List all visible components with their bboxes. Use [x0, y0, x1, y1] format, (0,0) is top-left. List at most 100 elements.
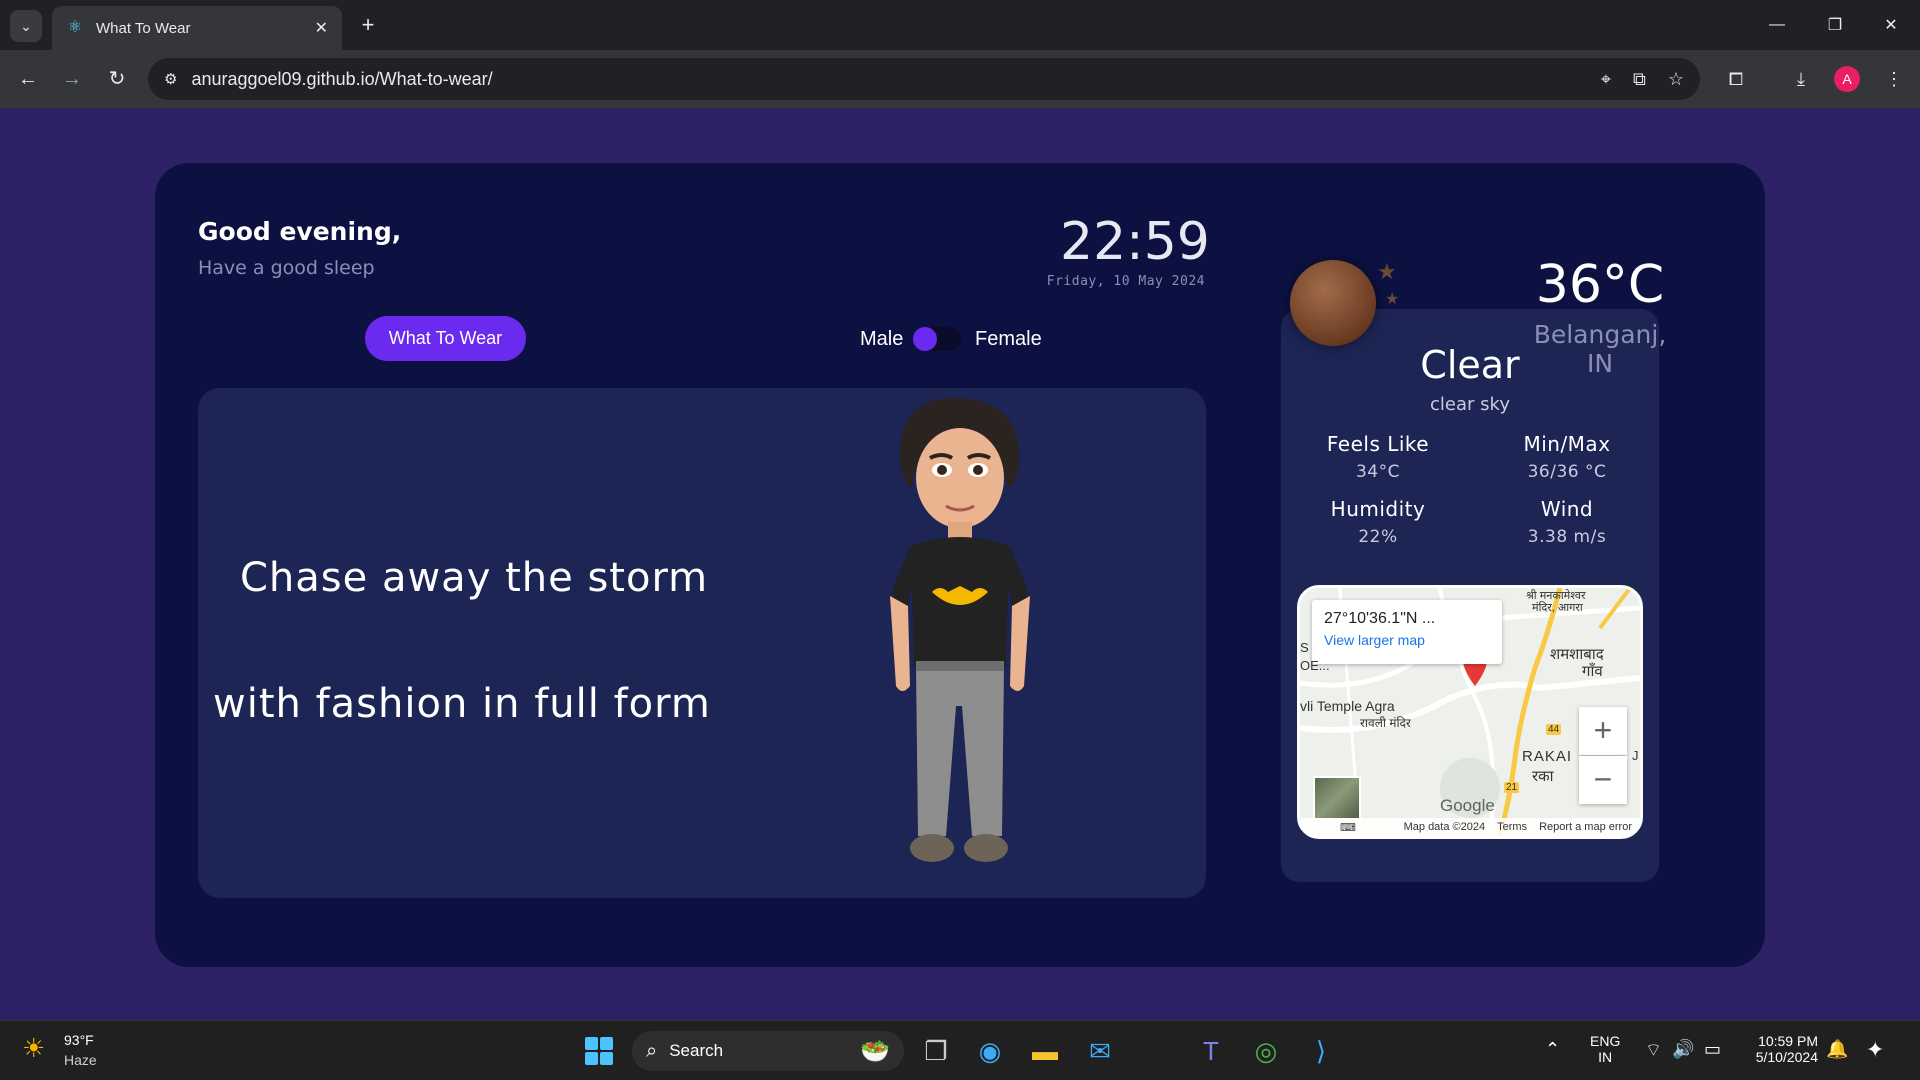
notification-bell-icon[interactable]: 🔔 [1826, 1039, 1848, 1060]
wifi-icon[interactable]: ⌔ [1645, 1039, 1662, 1062]
profile-avatar[interactable]: A [1834, 66, 1860, 92]
gender-toggle[interactable] [913, 327, 961, 351]
search-highlight-icon: 🥗 [860, 1037, 890, 1065]
taskbar-time: 10:59 PM [1758, 1033, 1818, 1049]
map-label-top-hindi-2: मंदिर, आगरा [1532, 602, 1583, 614]
site-info-icon[interactable]: ⚙ [164, 70, 177, 88]
map-zoom-in-button[interactable]: + [1579, 707, 1627, 755]
task-view-icon[interactable]: ❐ [918, 1033, 954, 1069]
stat-label: Min/Max [1523, 432, 1611, 456]
start-button[interactable] [585, 1037, 613, 1065]
taskbar-date: 5/10/2024 [1755, 1049, 1818, 1065]
stat-value: 22% [1358, 527, 1398, 547]
toggle-knob [913, 327, 937, 351]
moon-icon [1290, 260, 1376, 346]
map-label-temple-hindi: रावली मंदिर [1360, 716, 1411, 730]
close-window-button[interactable]: ✕ [1862, 0, 1920, 50]
forward-button[interactable]: → [56, 63, 88, 95]
new-tab-button[interactable]: + [355, 12, 381, 38]
tab-title: What To Wear [96, 19, 191, 37]
show-hidden-icons-chevron[interactable]: ⌃ [1545, 1039, 1560, 1060]
weather-description: clear sky [1430, 394, 1510, 415]
map-report-error-link[interactable]: Report a map error [1539, 821, 1632, 833]
address-bar[interactable]: ⚙ anuraggoel09.github.io/What-to-wear/ ⌖… [148, 58, 1700, 100]
map-data-credit: Map data ©2024 [1403, 821, 1486, 833]
keyboard-shortcuts-icon[interactable]: ⌨ [1340, 821, 1356, 834]
back-button[interactable]: ← [12, 63, 44, 95]
location-map[interactable]: 27°10'36.1"N ... View larger map vli Tem… [1297, 585, 1643, 839]
haze-weather-icon[interactable]: ☀ [22, 1033, 45, 1064]
star-icon-small: ★ [1385, 291, 1400, 308]
file-explorer-icon[interactable]: ▬ [1027, 1033, 1063, 1069]
view-larger-map-link[interactable]: View larger map [1324, 632, 1490, 648]
extensions-icon[interactable]: ⧠ [1720, 63, 1752, 95]
taskbar-search[interactable]: ⌕ Search 🥗 [632, 1031, 904, 1071]
downloads-icon[interactable]: ⤓ [1785, 63, 1817, 95]
map-footer: ⌨ Map data ©2024 Terms Report a map erro… [1300, 818, 1640, 836]
location-pin-icon[interactable]: ⌖ [1601, 69, 1611, 90]
stat-feels-like: Feels Like 34°C [1293, 432, 1463, 482]
taskbar-weather-temp[interactable]: 93°F [64, 1032, 94, 1048]
clock-time: 22:59 [1060, 212, 1210, 272]
minimize-button[interactable]: — [1748, 0, 1806, 50]
taskbar: ☀ 93°F Haze ⌕ Search 🥗 ❐ ◉ ▬ ✉ T ◎ ⟩ ⌃ E… [0, 1020, 1920, 1080]
taskbar-weather-cond[interactable]: Haze [64, 1052, 97, 1068]
stat-value: 36/36 °C [1527, 462, 1607, 482]
stat-value: 34°C [1355, 462, 1400, 482]
vscode-icon[interactable]: ⟩ [1303, 1033, 1339, 1069]
what-to-wear-button[interactable]: What To Wear [365, 316, 526, 361]
map-label-edge-j: J [1632, 748, 1639, 763]
clock-date: Friday, 10 May 2024 [1046, 274, 1205, 289]
map-road-44: 44 [1546, 724, 1562, 735]
volume-icon[interactable]: 🔊 [1672, 1039, 1694, 1060]
quote-line-1: Chase away the storm [240, 555, 709, 601]
male-label: Male [860, 328, 904, 350]
greeting-title: Good evening, [198, 217, 402, 246]
restore-button[interactable]: ❐ [1806, 0, 1864, 50]
quote-line-2: with fashion in full form [213, 681, 711, 727]
female-label: Female [975, 328, 1042, 350]
map-zoom-out-button[interactable]: − [1579, 756, 1627, 804]
stat-min-max: Min/Max 36/36 °C [1482, 432, 1652, 482]
install-app-icon[interactable]: ⧉ [1633, 69, 1646, 90]
language-indicator[interactable]: ENG IN [1590, 1033, 1620, 1065]
tab-search-button[interactable]: ⌄ [10, 10, 42, 42]
menu-kebab-icon[interactable]: ⋮ [1878, 63, 1910, 95]
map-label-temple: vli Temple Agra [1300, 698, 1395, 714]
stat-label: Wind [1540, 497, 1594, 521]
chevron-down-icon: ⌄ [20, 17, 32, 34]
weather-condition: Clear [1420, 343, 1520, 387]
map-label-area2: RAKAI [1522, 748, 1573, 765]
avatar-character [890, 397, 1030, 862]
react-favicon-icon: ⚛ [67, 19, 83, 36]
google-logo: Google [1440, 796, 1495, 815]
browser-titlebar: ⌄ ⚛ What To Wear ✕ + — ❐ ✕ [0, 0, 1920, 50]
browser-toolbar: ← → ↻ ⚙ anuraggoel09.github.io/What-to-w… [0, 50, 1920, 108]
tab-close-icon[interactable]: ✕ [315, 18, 328, 38]
copilot-icon[interactable]: ✦ [1866, 1037, 1884, 1063]
satellite-toggle-button[interactable] [1313, 776, 1361, 820]
stat-label: Humidity [1330, 497, 1426, 521]
weather-temperature: 36°C [1535, 255, 1665, 315]
stat-value: 3.38 m/s [1527, 527, 1607, 547]
teams-icon[interactable]: T [1193, 1033, 1229, 1069]
edge-browser-icon[interactable]: ◉ [972, 1033, 1008, 1069]
greeting-subtitle: Have a good sleep [198, 257, 375, 279]
search-icon: ⌕ [646, 1039, 658, 1062]
map-terms-link[interactable]: Terms [1497, 821, 1527, 833]
map-coordinates: 27°10'36.1"N ... [1324, 610, 1436, 627]
chrome-icon[interactable]: ◎ [1248, 1033, 1284, 1069]
battery-icon[interactable]: ▭ [1704, 1039, 1721, 1060]
browser-tab[interactable]: ⚛ What To Wear ✕ [52, 6, 342, 50]
bookmark-star-icon[interactable]: ☆ [1668, 69, 1684, 90]
reload-button[interactable]: ↻ [101, 63, 133, 95]
map-label-area2-hindi: रका [1532, 768, 1554, 785]
map-label-area1b: गाँव [1582, 663, 1603, 680]
star-icon: ★ [1377, 259, 1397, 284]
url-text[interactable]: anuraggoel09.github.io/What-to-wear/ [191, 69, 1578, 90]
system-clock[interactable]: 10:59 PM 5/10/2024 [1744, 1033, 1818, 1065]
mail-icon[interactable]: ✉ [1082, 1033, 1118, 1069]
map-label-edge-s: S [1300, 640, 1309, 655]
stat-humidity: Humidity 22% [1293, 497, 1463, 547]
lang-bottom: IN [1598, 1049, 1613, 1065]
